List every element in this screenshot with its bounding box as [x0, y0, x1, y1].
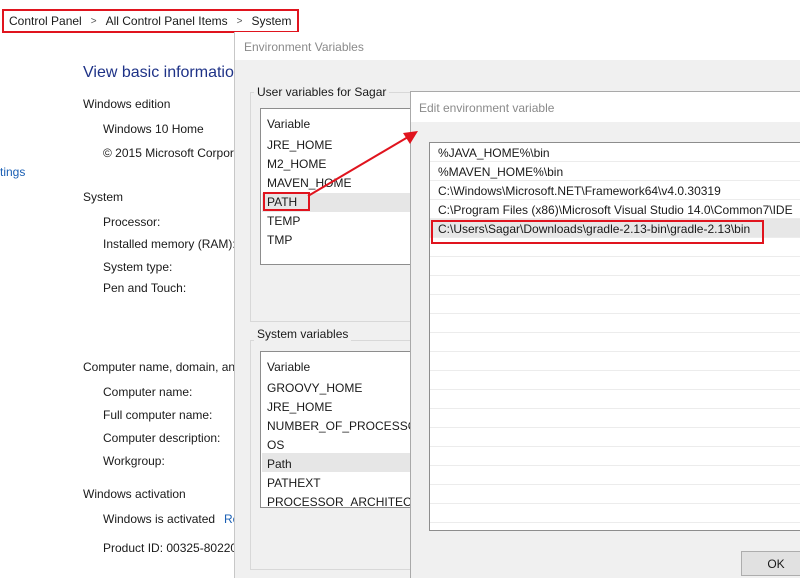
path-entry-empty[interactable]	[430, 238, 800, 257]
system-variables-label: System variables	[254, 327, 352, 341]
settings-link[interactable]: tings	[0, 165, 25, 179]
activation-heading: Windows activation	[83, 487, 186, 501]
list-item[interactable]: PROCESSOR_ARCHITECTU	[267, 495, 428, 507]
list-item[interactable]: MAVEN_HOME	[267, 176, 351, 190]
breadcrumb-control-panel[interactable]: Control Panel	[9, 14, 82, 28]
path-entry-empty[interactable]	[430, 276, 800, 295]
path-entry-empty[interactable]	[430, 428, 800, 447]
breadcrumb-chevron-icon: >	[236, 15, 243, 27]
list-item[interactable]: TMP	[267, 233, 292, 247]
path-entry-empty[interactable]	[430, 504, 800, 523]
list-item[interactable]: JRE_HOME	[267, 138, 332, 152]
memory-label: Installed memory (RAM):	[103, 237, 236, 251]
path-entry-empty[interactable]	[430, 333, 800, 352]
path-entry-empty[interactable]	[430, 466, 800, 485]
computer-name-heading: Computer name, domain, an	[83, 360, 236, 374]
pen-touch-label: Pen and Touch:	[103, 281, 187, 295]
processor-label: Processor:	[103, 215, 161, 229]
path-entry-empty[interactable]	[430, 371, 800, 390]
breadcrumb-system[interactable]: System	[251, 14, 291, 28]
page-title: View basic informatio	[83, 64, 234, 81]
path-entry[interactable]: C:\Program Files (x86)\Microsoft Visual …	[430, 200, 800, 219]
path-entry-empty[interactable]	[430, 295, 800, 314]
windows-edition-value: Windows 10 Home	[103, 122, 204, 136]
env-dialog-title: Environment Variables	[244, 40, 364, 54]
product-id: Product ID: 00325-80220-	[103, 541, 242, 555]
user-variables-label: User variables for Sagar	[254, 85, 390, 99]
path-entries-list[interactable]: %JAVA_HOME%\bin %MAVEN_HOME%\bin C:\Wind…	[429, 142, 800, 531]
address-bar: Control Panel > All Control Panel Items …	[0, 0, 800, 36]
copyright-text: © 2015 Microsoft Corpor	[103, 146, 234, 160]
list-item[interactable]: OS	[267, 438, 284, 452]
path-entry[interactable]: %MAVEN_HOME%\bin	[430, 162, 800, 181]
path-entry-empty[interactable]	[430, 257, 800, 276]
computer-description-label: Computer description:	[103, 431, 221, 445]
path-entry[interactable]: C:\Windows\Microsoft.NET\Framework64\v4.…	[430, 181, 800, 200]
path-entry-text: C:\Program Files (x86)\Microsoft Visual …	[438, 203, 793, 217]
system-heading: System	[83, 190, 124, 204]
list-item[interactable]: JRE_HOME	[267, 400, 332, 414]
path-entry-text: %JAVA_HOME%\bin	[438, 146, 550, 160]
list-item[interactable]: PATH	[267, 195, 297, 209]
list-item[interactable]: Path	[267, 457, 292, 471]
activation-status: Windows is activated	[103, 512, 216, 526]
list-item[interactable]: GROOVY_HOME	[267, 381, 362, 395]
path-entry-empty[interactable]	[430, 352, 800, 371]
edit-environment-variable-dialog: Edit environment variable %JAVA_HOME%\bi…	[410, 91, 800, 578]
path-entry-text: C:\Windows\Microsoft.NET\Framework64\v4.…	[438, 184, 721, 198]
breadcrumb: Control Panel > All Control Panel Items …	[2, 9, 300, 33]
computer-name-label: Computer name:	[103, 385, 193, 399]
edit-dialog-title: Edit environment variable	[419, 101, 555, 115]
system-type-label: System type:	[103, 260, 173, 274]
path-entry[interactable]: %JAVA_HOME%\bin	[430, 143, 800, 162]
breadcrumb-chevron-icon: >	[90, 15, 97, 27]
path-entry-empty[interactable]	[430, 485, 800, 504]
user-variables-header[interactable]: Variable	[267, 117, 310, 131]
path-entry-empty[interactable]	[430, 447, 800, 466]
path-entry-empty[interactable]	[430, 390, 800, 409]
full-computer-name-label: Full computer name:	[103, 408, 213, 422]
list-item[interactable]: NUMBER_OF_PROCESSORS	[267, 419, 434, 433]
edit-dialog-titlebar[interactable]: Edit environment variable	[411, 92, 800, 122]
windows-edition-heading: Windows edition	[83, 97, 171, 111]
path-entry-empty[interactable]	[430, 409, 800, 428]
list-item[interactable]: TEMP	[267, 214, 300, 228]
system-variables-header[interactable]: Variable	[267, 360, 310, 374]
path-entry-selected[interactable]: C:\Users\Sagar\Downloads\gradle-2.13-bin…	[430, 219, 800, 238]
workgroup-label: Workgroup:	[103, 454, 165, 468]
list-item[interactable]: PATHEXT	[267, 476, 321, 490]
system-page: View basic informatio tings Windows edit…	[0, 36, 242, 578]
list-item[interactable]: M2_HOME	[267, 157, 326, 171]
breadcrumb-all-items[interactable]: All Control Panel Items	[106, 14, 228, 28]
path-entry-text: C:\Users\Sagar\Downloads\gradle-2.13-bin…	[438, 222, 751, 236]
ok-button[interactable]: OK	[741, 551, 800, 576]
path-entry-empty[interactable]	[430, 314, 800, 333]
env-dialog-titlebar[interactable]: Environment Variables	[235, 32, 800, 60]
path-entry-text: %MAVEN_HOME%\bin	[438, 165, 564, 179]
